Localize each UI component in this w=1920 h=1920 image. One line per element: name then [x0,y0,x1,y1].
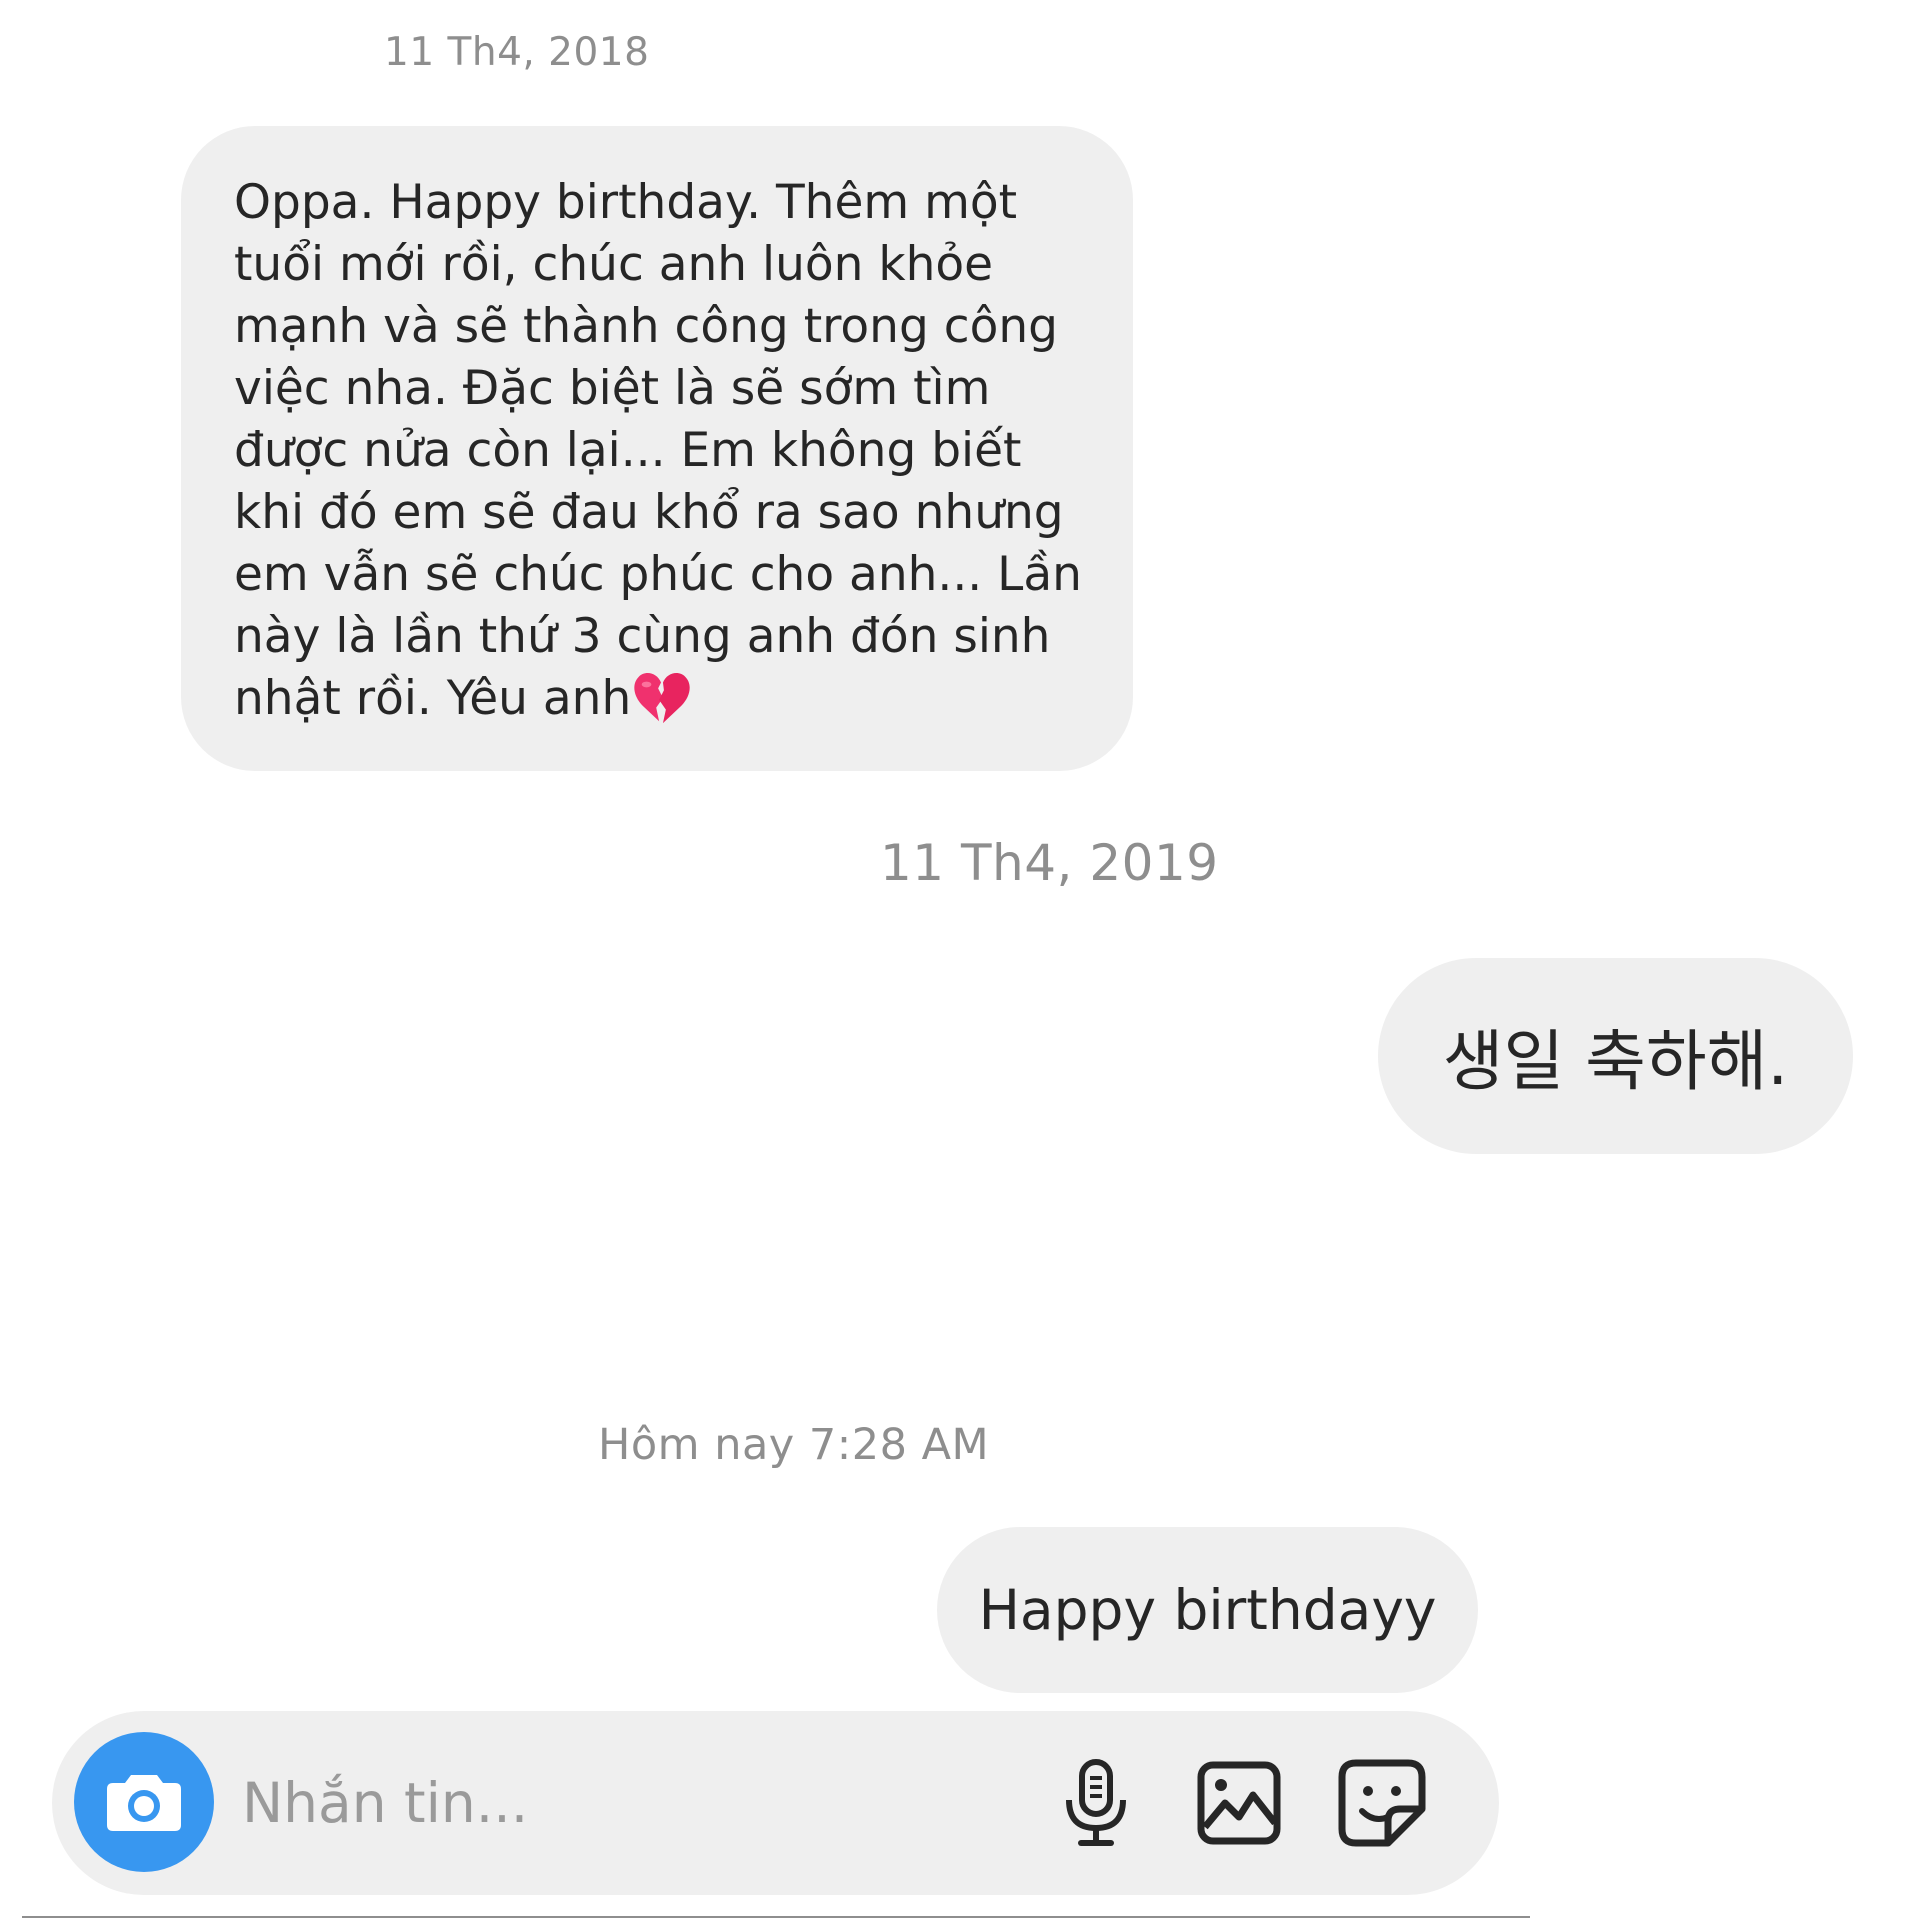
bottom-divider [22,1916,1530,1918]
sticker-icon [1338,1759,1426,1847]
message-line: được nửa còn lại... Em không biết [234,423,1022,478]
image-icon [1197,1761,1281,1845]
microphone-button[interactable] [1046,1753,1146,1853]
camera-icon [107,1775,181,1831]
received-message-bubble[interactable]: Oppa. Happy birthday. Thêm một tuổi mới … [181,126,1133,771]
message-line: khi đó em sẽ đau khổ ra sao nhưng [234,485,1064,540]
microphone-icon [1066,1759,1126,1846]
message-line-last: nhật rồi. Yêu anh [234,668,1093,730]
message-line: em vẫn sẽ chúc phúc cho anh... Lần [234,547,1082,602]
sticker-button[interactable] [1332,1753,1432,1853]
message-line: việc nha. Đặc biệt là sẽ sớm tìm [234,361,991,416]
timestamp-today: Hôm nay 7:28 AM [598,1420,990,1470]
broken-heart-emoji [634,673,690,724]
message-input[interactable] [242,1763,842,1843]
sent-message-bubble[interactable]: 생일 축하해. [1378,958,1853,1154]
gallery-button[interactable] [1189,1753,1289,1853]
timestamp-2019: 11 Th4, 2019 [880,834,1219,892]
message-line: tuổi mới rồi, chúc anh luôn khỏe [234,237,994,292]
message-line: này là lần thứ 3 cùng anh đón sinh [234,609,1051,664]
message-text: 생일 축하해. [1442,1023,1789,1100]
message-composer [52,1711,1499,1895]
message-line: mạnh và sẽ thành công trong công [234,299,1058,354]
sent-message-bubble[interactable]: Happy birthdayy [937,1527,1478,1693]
message-text: Happy birthdayy [978,1578,1437,1642]
message-line: Oppa. Happy birthday. Thêm một [234,175,1018,230]
camera-button[interactable] [74,1732,214,1872]
message-line: nhật rồi. Yêu anh [234,671,632,726]
timestamp-2018: 11 Th4, 2018 [384,30,650,75]
